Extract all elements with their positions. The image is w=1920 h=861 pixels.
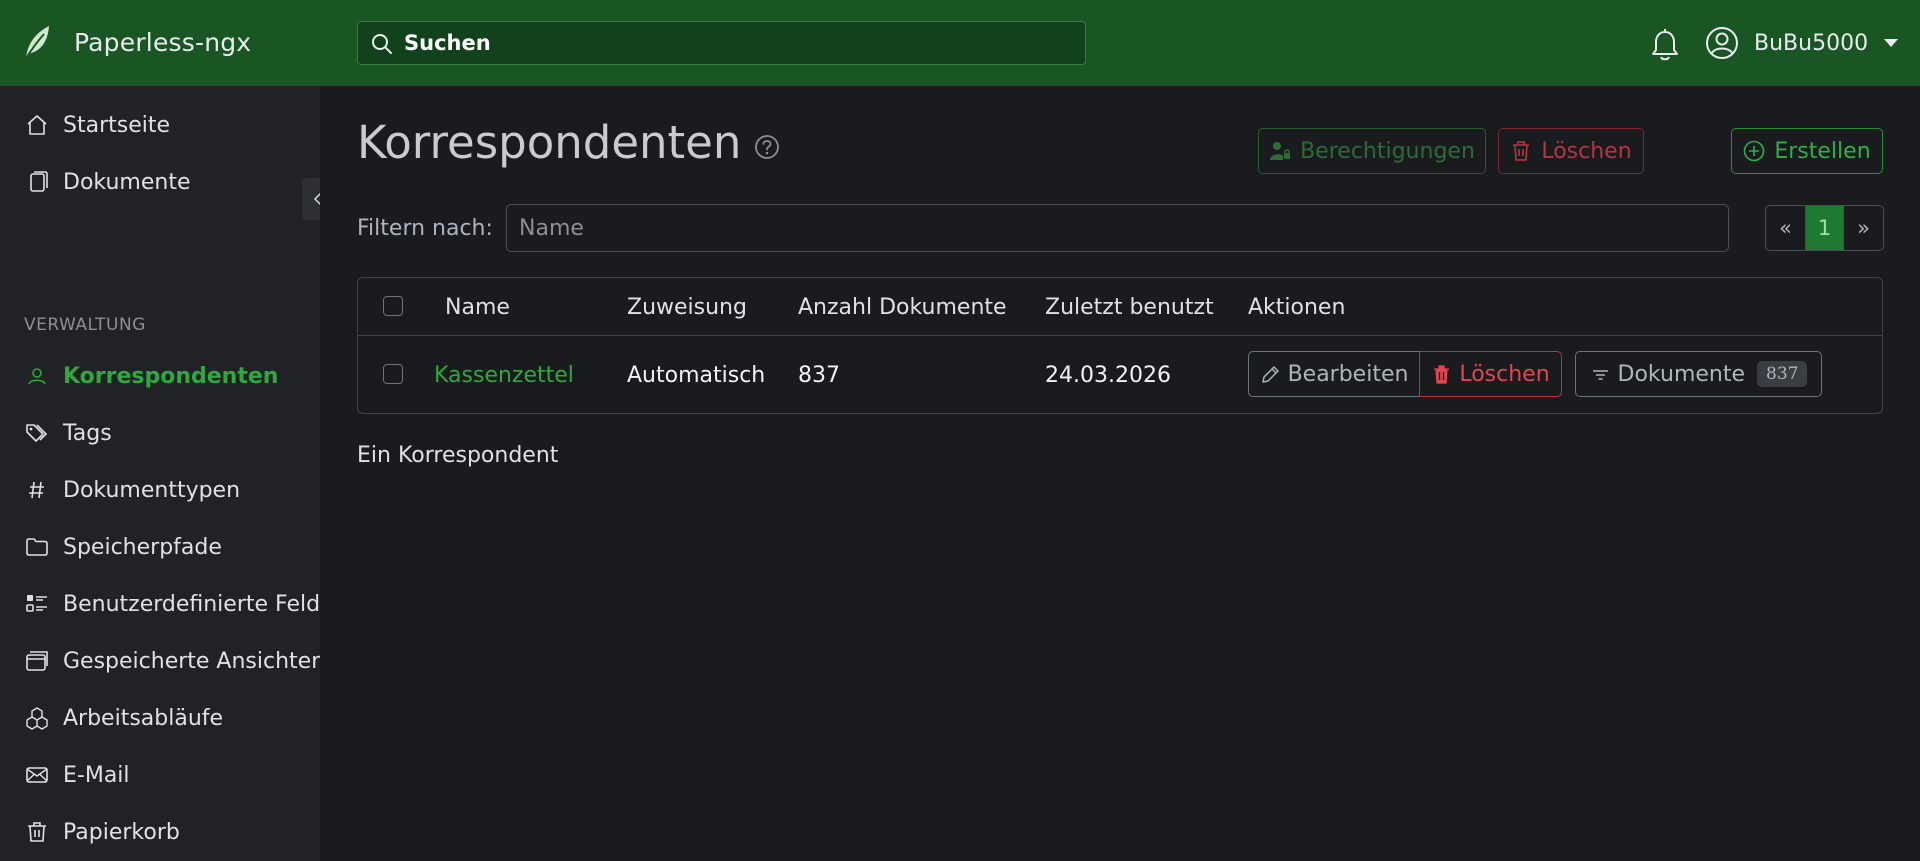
delete-button[interactable]: Löschen: [1419, 351, 1562, 397]
permissions-button[interactable]: Berechtigungen: [1258, 128, 1486, 174]
tags-icon: [24, 420, 50, 446]
pagination-next-button[interactable]: »: [1844, 206, 1883, 250]
doc-count-cell: 837: [798, 363, 840, 388]
correspondents-table: Name Zuweisung Anzahl Dokumente Zuletzt …: [357, 277, 1883, 414]
brand-link[interactable]: Paperless-ngx: [22, 22, 251, 62]
folder-icon: [24, 534, 50, 560]
section-title-verwaltung: VERWALTUNG: [24, 315, 146, 335]
correspondent-name-link[interactable]: Kassenzettel: [434, 363, 574, 388]
sidebar-item-label: Benutzerdefinierte Felder: [63, 591, 320, 617]
app-title: Paperless-ngx: [74, 27, 252, 57]
chevrons-left-icon: [314, 193, 320, 205]
trash-icon: [24, 819, 50, 845]
files-icon: [24, 169, 50, 195]
hash-icon: [24, 477, 50, 503]
assignment-cell: Automatisch: [627, 363, 766, 388]
leaf-logo-icon: [24, 26, 49, 61]
bell-icon[interactable]: [1649, 28, 1681, 62]
column-header-anzahl-dokumente[interactable]: Anzahl Dokumente: [798, 295, 1007, 320]
list-ui-icon: [24, 591, 50, 617]
delete-button-label: Löschen: [1459, 361, 1550, 387]
window-stack-icon: [24, 648, 50, 674]
question-circle-icon[interactable]: [753, 133, 781, 161]
row-checkbox[interactable]: [383, 364, 403, 384]
documents-button-label: Dokumente: [1617, 361, 1746, 387]
user-menu-button[interactable]: BuBu5000: [1705, 26, 1899, 60]
select-all-checkbox[interactable]: [383, 296, 403, 316]
column-header-name[interactable]: Name: [445, 295, 510, 320]
sidebar-item-label: Gespeicherte Ansichten: [63, 648, 320, 674]
result-count: Ein Korrespondent: [357, 443, 559, 468]
edit-button-label: Bearbeiten: [1287, 361, 1409, 387]
documents-count-badge: 837: [1757, 361, 1808, 387]
sidebar-item-label: Speicherpfade: [63, 534, 222, 560]
column-header-zuletzt-benutzt[interactable]: Zuletzt benutzt: [1045, 295, 1214, 320]
sidebar-item-label: Arbeitsabläufe: [63, 705, 224, 731]
sidebar-item-label: Dokumenttypen: [63, 477, 241, 503]
create-button-label: Erstellen: [1774, 138, 1871, 164]
boxes-icon: [24, 705, 50, 731]
column-header-zuweisung[interactable]: Zuweisung: [627, 295, 747, 320]
trash-icon: [1434, 364, 1450, 384]
filter-icon: [1592, 369, 1608, 380]
global-search[interactable]: [357, 21, 1086, 65]
filter-label: Filtern nach:: [357, 216, 493, 241]
sidebar-item-label: E-Mail: [63, 762, 130, 788]
top-navbar: Paperless-ngx BuBu5000: [0, 0, 1920, 86]
pencil-icon: [1261, 365, 1279, 383]
header-divider: [358, 335, 1882, 336]
sidebar-collapse-button[interactable]: [302, 178, 320, 220]
create-button[interactable]: Erstellen: [1731, 128, 1883, 174]
plus-circle-icon: [1744, 140, 1765, 162]
pagination: « 1 »: [1765, 205, 1884, 251]
sidebar-item-label: Dokumente: [63, 169, 191, 195]
edit-button[interactable]: Bearbeiten: [1248, 351, 1420, 397]
last-used-cell: 24.03.2026: [1045, 363, 1171, 388]
bulk-delete-button-label: Löschen: [1541, 138, 1632, 164]
user-name: BuBu5000: [1754, 30, 1869, 56]
sidebar-item-label: Papierkorb: [63, 819, 180, 845]
sidebar-item-label: Korrespondenten: [63, 363, 279, 389]
person-circle-icon: [1706, 27, 1738, 59]
house-icon: [24, 112, 50, 138]
chevron-down-icon: [1884, 39, 1899, 47]
sidebar-item-label: Startseite: [63, 112, 171, 138]
page-title: Korrespondenten: [357, 116, 742, 169]
permissions-button-label: Berechtigungen: [1300, 138, 1475, 164]
sidebar-item-label: Tags: [63, 420, 112, 446]
person-lock-icon: [1270, 142, 1291, 160]
column-header-aktionen: Aktionen: [1248, 295, 1346, 320]
search-icon: [372, 34, 392, 54]
documents-button[interactable]: Dokumente 837: [1575, 351, 1822, 397]
name-filter-input[interactable]: [506, 204, 1729, 252]
sidebar: Startseite Dokumente VERWALTUNG Korrespo…: [0, 86, 320, 861]
pagination-page-1[interactable]: 1: [1805, 206, 1844, 250]
pagination-prev-button[interactable]: «: [1766, 206, 1805, 250]
envelope-icon: [24, 762, 50, 788]
trash-fill-icon: [1513, 141, 1530, 161]
person-icon: [24, 363, 50, 389]
bulk-delete-button[interactable]: Löschen: [1498, 128, 1644, 174]
search-input[interactable]: [404, 22, 1064, 64]
